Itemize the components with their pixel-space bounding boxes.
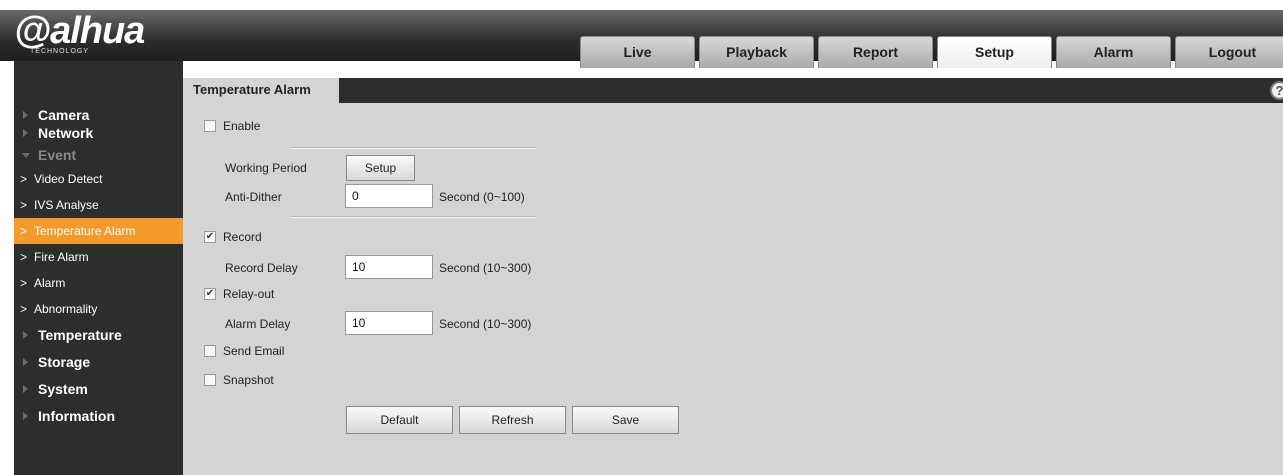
relay-out-label: Relay-out	[223, 287, 275, 301]
logo-subtitle: TECHNOLOGY	[30, 48, 90, 55]
collapsed-arrow-icon	[23, 111, 28, 119]
send-email-checkbox[interactable]	[204, 345, 216, 357]
sidebar-item-label: Camera	[38, 107, 90, 123]
sidebar-item-storage[interactable]: Storage	[14, 349, 183, 376]
sidebar-item-label: System	[38, 381, 88, 397]
expanded-arrow-icon	[22, 153, 30, 158]
save-button[interactable]: Save	[572, 406, 679, 434]
enable-checkbox[interactable]	[204, 120, 216, 132]
sidebar-item-label: Information	[38, 408, 115, 424]
chevron-right-icon: >	[20, 172, 28, 186]
tab-setup[interactable]: Setup	[937, 36, 1052, 68]
help-icon[interactable]: ?	[1270, 81, 1283, 100]
collapsed-arrow-icon	[23, 129, 28, 137]
sidebar-item-label: Abnormality	[34, 302, 98, 316]
alarm-delay-unit: Second (10~300)	[439, 317, 532, 331]
anti-dither-unit: Second (0~100)	[439, 190, 525, 204]
enable-label: Enable	[223, 119, 261, 133]
alarm-delay-input[interactable]	[345, 311, 433, 335]
sidebar-item-video-detect[interactable]: > Video Detect	[14, 166, 183, 192]
collapsed-arrow-icon	[23, 358, 28, 366]
anti-dither-label: Anti-Dither	[225, 190, 282, 204]
sidebar-item-label: Fire Alarm	[34, 250, 89, 264]
sidebar-item-label: Temperature	[38, 327, 122, 343]
tab-logout[interactable]: Logout	[1175, 36, 1283, 68]
sidebar-item-fire-alarm[interactable]: > Fire Alarm	[14, 244, 183, 270]
sidebar-item-label: Network	[38, 125, 94, 141]
sidebar-item-ivs-analyse[interactable]: > IVS Analyse	[14, 192, 183, 218]
collapsed-arrow-icon	[23, 412, 28, 420]
title-strip	[183, 78, 1283, 103]
sidebar-item-label: Video Detect	[34, 172, 103, 186]
main-tabs: Live Playback Report Setup Alarm Logout	[580, 36, 1283, 69]
collapsed-arrow-icon	[23, 385, 28, 393]
sidebar-item-label: Alarm	[34, 276, 66, 290]
send-email-label: Send Email	[223, 344, 285, 358]
anti-dither-input[interactable]	[345, 184, 433, 208]
record-delay-input[interactable]	[345, 255, 433, 279]
default-button[interactable]: Default	[346, 406, 453, 434]
settings-panel: Temperature Alarm ? Enable Working Perio…	[183, 78, 1283, 475]
snapshot-label: Snapshot	[223, 373, 274, 387]
page-title: Temperature Alarm	[183, 78, 339, 103]
refresh-button[interactable]: Refresh	[459, 406, 566, 434]
divider	[291, 147, 536, 149]
record-label: Record	[223, 230, 262, 244]
sidebar-item-temperature[interactable]: Temperature	[14, 322, 183, 349]
chevron-right-icon: >	[20, 250, 28, 264]
sidebar-item-label: Event	[38, 147, 77, 163]
sidebar-item-alarm[interactable]: > Alarm	[14, 270, 183, 296]
sidebar-item-temperature-alarm[interactable]: > Temperature Alarm	[14, 218, 183, 244]
sidebar-item-abnormality[interactable]: > Abnormality	[14, 296, 183, 322]
sidebar-item-network[interactable]: Network	[14, 122, 183, 144]
sidebar-item-system[interactable]: System	[14, 376, 183, 403]
sidebar-item-label: Temperature Alarm	[34, 224, 136, 238]
working-period-setup-button[interactable]: Setup	[346, 155, 415, 181]
snapshot-checkbox[interactable]	[204, 374, 216, 386]
tab-alarm[interactable]: Alarm	[1056, 36, 1171, 68]
sidebar-item-event[interactable]: Event	[14, 144, 183, 166]
sidebar-item-information[interactable]: Information	[14, 403, 183, 430]
record-delay-label: Record Delay	[225, 261, 298, 275]
divider	[291, 216, 536, 218]
chevron-right-icon: >	[20, 224, 28, 238]
record-delay-unit: Second (10~300)	[439, 261, 532, 275]
record-checkbox[interactable]: ✔	[204, 231, 216, 243]
tab-live[interactable]: Live	[580, 36, 695, 68]
working-period-label: Working Period	[225, 161, 307, 175]
top-header: @alhua TECHNOLOGY Live Playback Report S…	[0, 10, 1283, 68]
tab-playback[interactable]: Playback	[699, 36, 814, 68]
logo-text: alhua	[50, 10, 145, 52]
chevron-right-icon: >	[20, 276, 28, 290]
sidebar-item-label: Storage	[38, 354, 91, 370]
collapsed-arrow-icon	[23, 331, 28, 339]
dahua-logo: @alhua	[14, 10, 145, 52]
sidebar-nav: Camera Network Event > Video Detect > IV…	[14, 61, 183, 475]
chevron-right-icon: >	[20, 198, 28, 212]
alarm-delay-label: Alarm Delay	[225, 317, 291, 331]
relay-out-checkbox[interactable]: ✔	[204, 288, 216, 300]
tab-report[interactable]: Report	[818, 36, 933, 68]
sidebar-item-label: IVS Analyse	[34, 198, 99, 212]
chevron-right-icon: >	[20, 302, 28, 316]
